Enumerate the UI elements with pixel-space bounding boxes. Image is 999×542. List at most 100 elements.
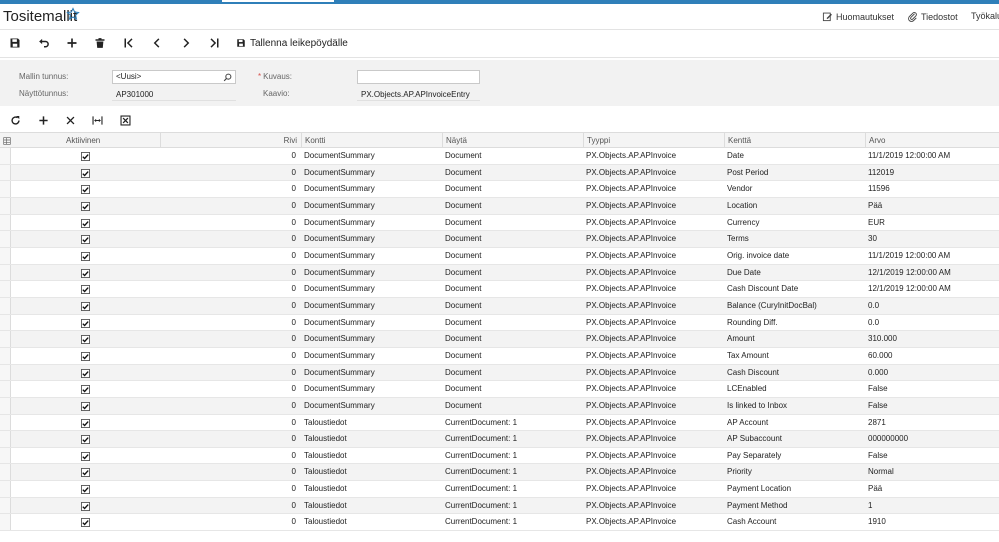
cell-value[interactable]: False	[865, 398, 999, 414]
active-checkbox[interactable]	[81, 418, 90, 428]
cell-field[interactable]: AP Subaccount	[724, 431, 865, 447]
row-selector[interactable]	[0, 514, 11, 531]
cell-row[interactable]: 0	[160, 181, 300, 197]
cell-value[interactable]: 60.000	[865, 348, 999, 364]
cell-type[interactable]: PX.Objects.AP.APInvoice	[583, 331, 724, 347]
last-record-button[interactable]	[205, 34, 223, 52]
cell-row[interactable]: 0	[160, 331, 300, 347]
active-checkbox[interactable]	[81, 435, 90, 445]
cell-type[interactable]: PX.Objects.AP.APInvoice	[583, 464, 724, 480]
cell-field[interactable]: Priority	[724, 464, 865, 480]
row-selector[interactable]	[0, 264, 11, 281]
cell-type[interactable]: PX.Objects.AP.APInvoice	[583, 281, 724, 297]
cell-container[interactable]: DocumentSummary	[301, 365, 442, 381]
row-selector[interactable]	[0, 347, 11, 364]
cell-container[interactable]: Taloustiedot	[301, 514, 442, 530]
cell-container[interactable]: Taloustiedot	[301, 498, 442, 514]
table-row[interactable]: 0 Taloustiedot CurrentDocument: 1 PX.Object…	[0, 497, 999, 515]
cell-container[interactable]: Taloustiedot	[301, 448, 442, 464]
cell-value[interactable]: 0.0	[865, 298, 999, 314]
table-row[interactable]: 0 DocumentSummary Document PX.Objects.AP.AP…	[0, 181, 999, 198]
cell-container[interactable]: DocumentSummary	[301, 331, 442, 347]
cell-container[interactable]: DocumentSummary	[301, 381, 442, 397]
active-checkbox[interactable]	[81, 218, 90, 228]
cell-value[interactable]: 11596	[865, 181, 999, 197]
table-row[interactable]: 0 DocumentSummary Document PX.Objects.AP.AP…	[0, 247, 999, 265]
next-record-button[interactable]	[177, 34, 195, 52]
export-excel-button[interactable]	[117, 112, 133, 128]
row-selector[interactable]	[0, 214, 11, 231]
active-checkbox[interactable]	[81, 368, 90, 378]
cell-row[interactable]: 0	[160, 298, 300, 314]
favorite-star-icon[interactable]	[66, 7, 80, 21]
cell-row[interactable]: 0	[160, 431, 300, 447]
cell-field[interactable]: Payment Location	[724, 481, 865, 497]
first-record-button[interactable]	[120, 34, 138, 52]
cell-container[interactable]: Taloustiedot	[301, 481, 442, 497]
cell-type[interactable]: PX.Objects.AP.APInvoice	[583, 181, 724, 197]
cell-field[interactable]: Due Date	[724, 265, 865, 281]
row-selector[interactable]	[0, 164, 11, 181]
column-settings-cell[interactable]	[0, 133, 11, 147]
cell-type[interactable]: PX.Objects.AP.APInvoice	[583, 215, 724, 231]
cell-row[interactable]: 0	[160, 448, 300, 464]
template-id-input[interactable]: <Uusi>	[112, 70, 236, 84]
cell-row[interactable]: 0	[160, 248, 300, 264]
row-selector[interactable]	[0, 414, 11, 431]
row-selector[interactable]	[0, 314, 11, 331]
cell-value[interactable]: False	[865, 448, 999, 464]
cell-type[interactable]: PX.Objects.AP.APInvoice	[583, 448, 724, 464]
cell-view[interactable]: CurrentDocument: 1	[442, 431, 583, 447]
cell-view[interactable]: CurrentDocument: 1	[442, 481, 583, 497]
table-row[interactable]: 0 Taloustiedot CurrentDocument: 1 PX.Object…	[0, 481, 999, 498]
save-button[interactable]	[6, 34, 24, 52]
active-checkbox[interactable]	[81, 451, 90, 461]
cell-type[interactable]: PX.Objects.AP.APInvoice	[583, 315, 724, 331]
files-link[interactable]: Tiedostot	[907, 11, 958, 22]
column-header-container[interactable]: Kontti	[301, 133, 442, 147]
active-checkbox[interactable]	[81, 351, 90, 361]
active-checkbox[interactable]	[81, 385, 90, 395]
cell-view[interactable]: CurrentDocument: 1	[442, 464, 583, 480]
cell-value[interactable]: 112019	[865, 165, 999, 181]
cell-container[interactable]: DocumentSummary	[301, 281, 442, 297]
cell-value[interactable]: 000000000	[865, 431, 999, 447]
cell-container[interactable]: DocumentSummary	[301, 315, 442, 331]
cell-row[interactable]: 0	[160, 348, 300, 364]
cell-value[interactable]: 1910	[865, 514, 999, 530]
cell-field[interactable]: Tax Amount	[724, 348, 865, 364]
cell-container[interactable]: DocumentSummary	[301, 265, 442, 281]
cell-field[interactable]: Payment Method	[724, 498, 865, 514]
cell-row[interactable]: 0	[160, 398, 300, 414]
cell-container[interactable]: DocumentSummary	[301, 165, 442, 181]
cell-value[interactable]: Pää	[865, 198, 999, 214]
row-selector[interactable]	[0, 497, 11, 514]
cell-view[interactable]: Document	[442, 181, 583, 197]
active-checkbox[interactable]	[81, 285, 90, 295]
table-row[interactable]: 0 DocumentSummary Document PX.Objects.AP.AP…	[0, 381, 999, 398]
cell-row[interactable]: 0	[160, 148, 300, 164]
cell-field[interactable]: Date	[724, 148, 865, 164]
previous-record-button[interactable]	[148, 34, 166, 52]
cell-value[interactable]: 12/1/2019 12:00:00 AM	[865, 281, 999, 297]
cell-view[interactable]: Document	[442, 298, 583, 314]
column-header-row[interactable]: Rivi	[160, 133, 300, 147]
add-button[interactable]	[63, 34, 81, 52]
cell-row[interactable]: 0	[160, 265, 300, 281]
table-row[interactable]: 0 DocumentSummary Document PX.Objects.AP.AP…	[0, 231, 999, 248]
active-checkbox[interactable]	[81, 168, 90, 178]
cell-row[interactable]: 0	[160, 165, 300, 181]
cell-view[interactable]: CurrentDocument: 1	[442, 448, 583, 464]
row-selector[interactable]	[0, 148, 11, 164]
cell-row[interactable]: 0	[160, 514, 300, 530]
cell-field[interactable]: Orig. invoice date	[724, 248, 865, 264]
row-selector[interactable]	[0, 331, 11, 347]
cell-type[interactable]: PX.Objects.AP.APInvoice	[583, 514, 724, 530]
table-row[interactable]: 0 Taloustiedot CurrentDocument: 1 PX.Object…	[0, 414, 999, 432]
row-selector[interactable]	[0, 247, 11, 264]
row-selector[interactable]	[0, 197, 11, 214]
cell-field[interactable]: Post Period	[724, 165, 865, 181]
cell-container[interactable]: DocumentSummary	[301, 181, 442, 197]
active-checkbox[interactable]	[81, 485, 90, 495]
cell-type[interactable]: PX.Objects.AP.APInvoice	[583, 298, 724, 314]
